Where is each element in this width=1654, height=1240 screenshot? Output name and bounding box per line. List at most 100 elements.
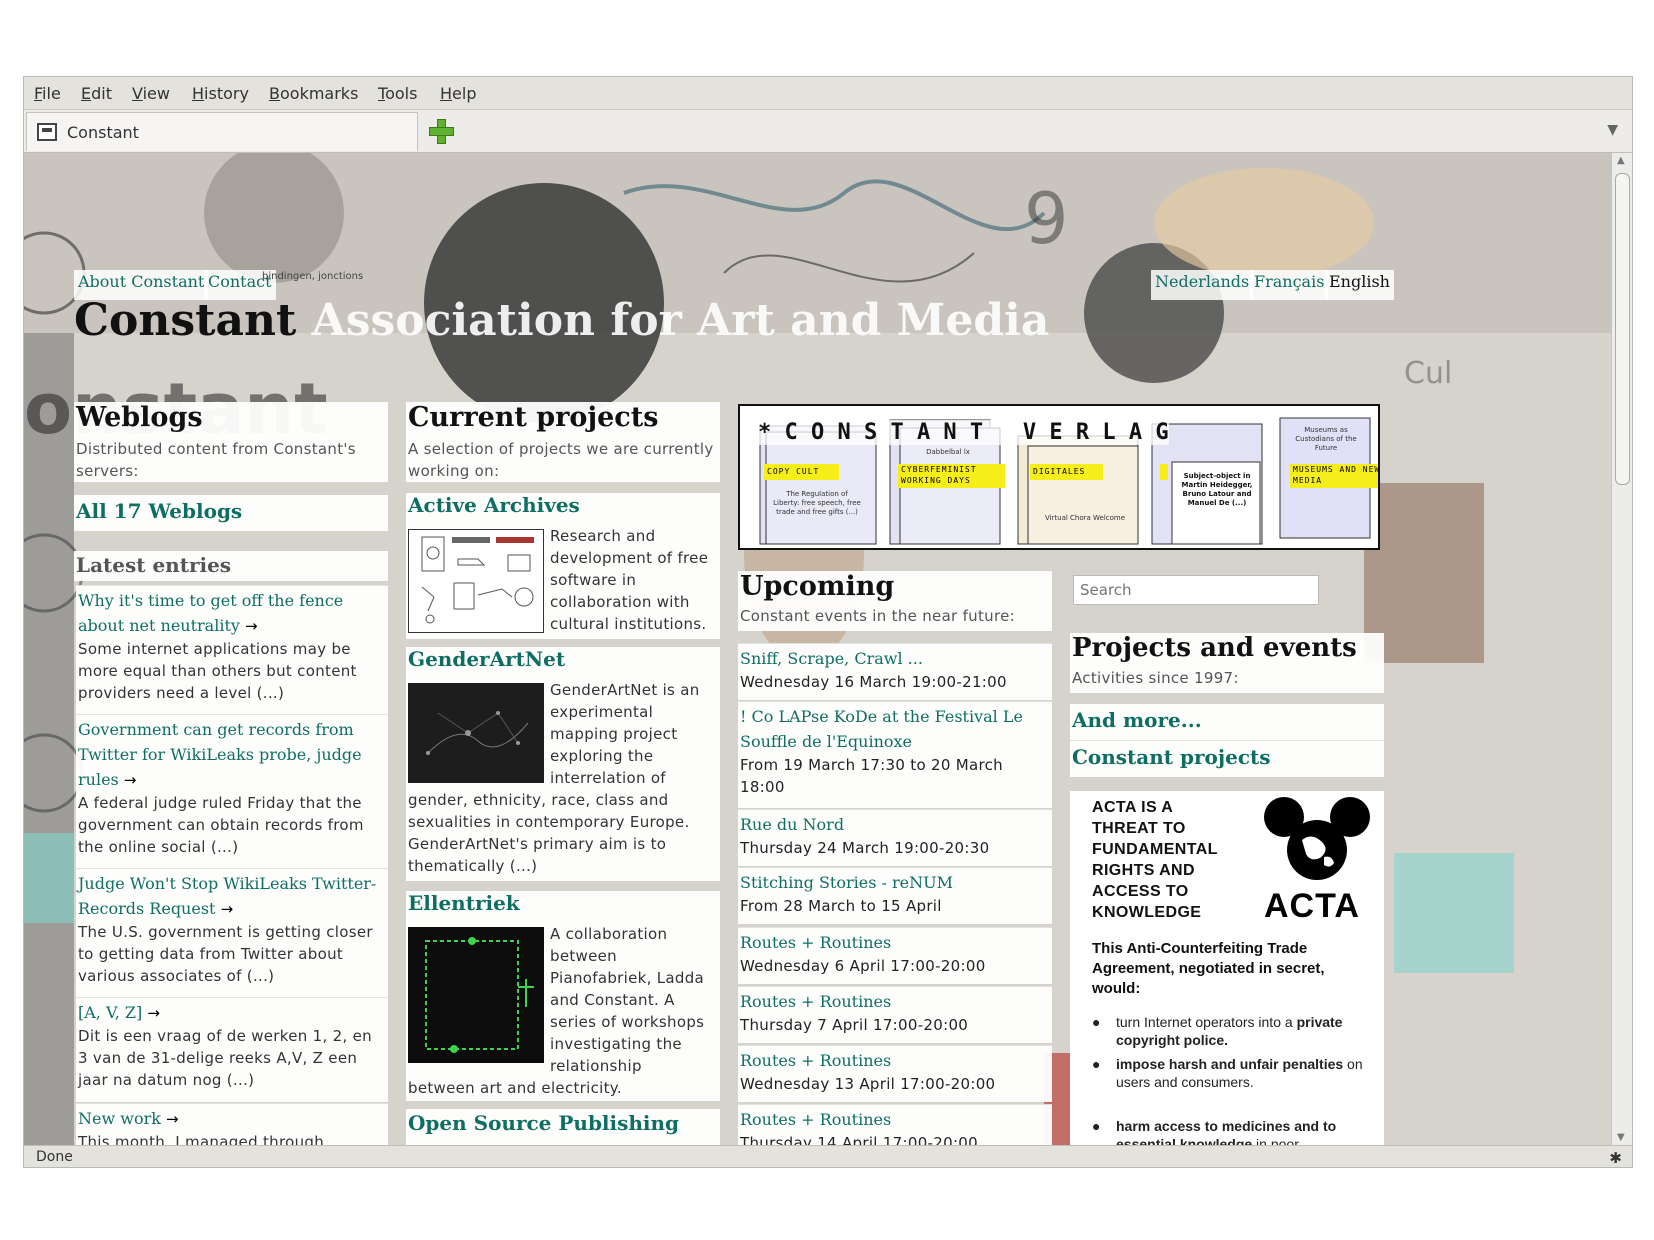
event-date: Thursday 24 March 19:00-20:30	[740, 839, 990, 857]
event-date: From 19 March 17:30 to 20 March 18:00	[740, 756, 1003, 796]
event-item: ! Co LAPse KoDe at the Festival Le Souff…	[738, 701, 1052, 808]
menu-edit[interactable]: Edit	[81, 84, 112, 103]
arrow-right-icon: →	[166, 1110, 179, 1128]
event-date: Wednesday 6 April 17:00-20:00	[740, 957, 986, 975]
menu-file[interactable]: File	[34, 84, 61, 103]
new-tab-plus-icon[interactable]	[428, 118, 454, 144]
project-title-link[interactable]: Ellentriek	[408, 891, 520, 915]
event-title-link[interactable]: Routes + Routines	[738, 1046, 1052, 1073]
list-item: Why it's time to get off the fence about…	[76, 585, 388, 714]
event-item: Sniff, Scrape, Crawl ... Wednesday 16 Ma…	[738, 643, 1052, 700]
entry-title-link[interactable]: Why it's time to get off the fence about…	[78, 591, 343, 635]
vertical-scrollbar[interactable]: ▲ ▼	[1611, 153, 1632, 1145]
projects-subtitle: A selection of projects we are currently…	[408, 440, 714, 480]
projects-events-subtitle: Activities since 1997:	[1072, 669, 1239, 687]
weblogs-all-box: All 17 Weblogs	[74, 495, 388, 531]
status-bar: Done ✱	[24, 1145, 1632, 1167]
project-thumbnail-circuit	[408, 927, 544, 1063]
constant-projects-link[interactable]: Constant projects	[1072, 745, 1271, 769]
upcoming-subtitle: Constant events in the near future:	[740, 607, 1015, 625]
weblogs-header: Weblogs Distributed content from Constan…	[74, 402, 388, 482]
arrow-right-icon: →	[123, 771, 137, 789]
menu-help[interactable]: Help	[440, 84, 476, 103]
verlag-label: COPY CULT	[764, 464, 839, 480]
site-title: Constant Association for Art and Media	[74, 295, 1049, 346]
menu-view[interactable]: View	[132, 84, 170, 103]
bug-icon[interactable]: ✱	[1609, 1149, 1622, 1167]
status-text: Done	[36, 1149, 73, 1165]
upcoming-heading: Upcoming	[740, 571, 895, 602]
and-more-box: And more...	[1070, 704, 1384, 741]
event-title-link[interactable]: Routes + Routines	[738, 987, 1052, 1014]
lang-francais[interactable]: Français	[1250, 270, 1329, 300]
project-item: GenderArtNet GenderArtNet is an experime…	[406, 647, 720, 881]
menu-tools[interactable]: Tools	[378, 84, 417, 103]
event-item: Rue du Nord Thursday 24 March 19:00-20:3…	[738, 809, 1052, 866]
bullet-icon: ●	[1092, 1014, 1101, 1030]
menu-bookmarks[interactable]: Bookmarks	[269, 84, 358, 103]
project-thumbnail-diagram	[408, 529, 544, 633]
scroll-up-arrow-icon[interactable]: ▲	[1617, 155, 1625, 166]
list-item: [A, V, Z] → Dit is een vraag of de werke…	[76, 997, 388, 1102]
entry-excerpt: Some internet applications may be more e…	[78, 640, 357, 702]
search-input[interactable]	[1073, 575, 1319, 605]
tab-constant[interactable]: Constant	[26, 112, 418, 151]
event-date: From 28 March to 15 April	[740, 897, 942, 915]
event-title-link[interactable]: Rue du Nord	[738, 810, 1052, 837]
browser-window: File Edit View History Bookmarks Tools H…	[23, 76, 1633, 1168]
arrow-right-icon: →	[147, 1004, 160, 1022]
all-weblogs-link[interactable]: All 17 Weblogs	[76, 499, 242, 523]
entry-title-link[interactable]: New work	[78, 1109, 161, 1128]
project-item: Active Archives Research and development…	[406, 493, 720, 639]
event-title-link[interactable]: Routes + Routines	[738, 928, 1052, 955]
tab-bar: Constant ▼	[24, 110, 1632, 153]
acta-banner[interactable]: ACTA IS A THREAT TO FUNDAMENTAL RIGHTS A…	[1070, 791, 1384, 1145]
svg-text:9: 9	[1024, 178, 1069, 260]
scrollbar-thumb[interactable]	[1615, 173, 1630, 485]
lang-english[interactable]: English	[1325, 270, 1394, 300]
svg-text:Cul: Cul	[1404, 356, 1452, 391]
projects-events-heading: Projects and events	[1072, 633, 1357, 663]
weblogs-subtitle: Distributed content from Constant's serv…	[76, 440, 356, 480]
lang-nederlands[interactable]: Nederlands	[1151, 270, 1254, 300]
project-item: Open Source Publishing	[406, 1109, 720, 1145]
entry-title-link[interactable]: Government can get records from Twitter …	[78, 720, 362, 789]
acta-bullet-text: turn Internet operators into a	[1116, 1014, 1297, 1030]
event-date: Thursday 14 April 17:00-20:00	[740, 1134, 978, 1145]
latest-entries-heading: Latest entries	[76, 553, 232, 577]
event-date: Wednesday 16 March 19:00-21:00	[740, 673, 1007, 691]
entry-title-link[interactable]: [A, V, Z]	[78, 1003, 142, 1022]
event-title-link[interactable]: Sniff, Scrape, Crawl ...	[738, 644, 1052, 671]
event-title-link[interactable]: Routes + Routines	[738, 1105, 1052, 1132]
projects-header: Current projects A selection of projects…	[406, 402, 720, 482]
scroll-down-arrow-icon[interactable]: ▼	[1617, 1132, 1625, 1143]
verlag-label	[1160, 464, 1168, 480]
project-thumbnail-map	[408, 683, 544, 783]
menu-history[interactable]: History	[192, 84, 249, 103]
overlay-caption: bindingen, jonctions	[262, 271, 364, 282]
project-title-link[interactable]: Active Archives	[408, 493, 580, 517]
acta-logo-text: ACTA	[1264, 887, 1360, 925]
event-item: Routes + Routines Thursday 14 April 17:0…	[738, 1104, 1052, 1145]
tab-list-chevron-down-icon[interactable]: ▼	[1607, 122, 1618, 138]
event-title-link[interactable]: ! Co LAPse KoDe at the Festival Le Souff…	[738, 702, 1052, 754]
bullet-icon: ●	[1092, 1118, 1101, 1134]
event-title-link[interactable]: Stitching Stories - reNUM	[738, 868, 1052, 895]
verlag-banner[interactable]: * C O N S T A N T V E R L A G COPY CULT …	[738, 404, 1380, 550]
verlag-title: * C O N S T A N T V E R L A G	[758, 420, 1169, 445]
project-title-link[interactable]: GenderArtNet	[408, 647, 565, 671]
arrow-right-icon: →	[245, 617, 258, 635]
acta-bullet-3: ● harm access to medicines and to essent…	[1092, 1117, 1364, 1145]
project-title-link[interactable]: Open Source Publishing	[408, 1111, 679, 1135]
site-title-rest: Association for Art and Media	[311, 295, 1050, 346]
verlag-book-text: Dabbelbal lx	[926, 448, 970, 456]
upcoming-header: Upcoming Constant events in the near fut…	[738, 571, 1052, 631]
latest-entries-box: Latest entries	[74, 551, 388, 581]
tab-title: Constant	[67, 123, 139, 142]
event-date: Thursday 7 April 17:00-20:00	[740, 1016, 969, 1034]
project-description: A collaboration between Pianofabriek, La…	[550, 925, 705, 1075]
project-description-continued: gender, ethnicity, race, class and sexua…	[408, 791, 690, 875]
and-more-link[interactable]: And more...	[1072, 708, 1202, 732]
verlag-book-text: Subject-object in Martin Heidegger, Brun…	[1181, 472, 1253, 507]
event-item: Routes + Routines Wednesday 13 April 17:…	[738, 1045, 1052, 1102]
